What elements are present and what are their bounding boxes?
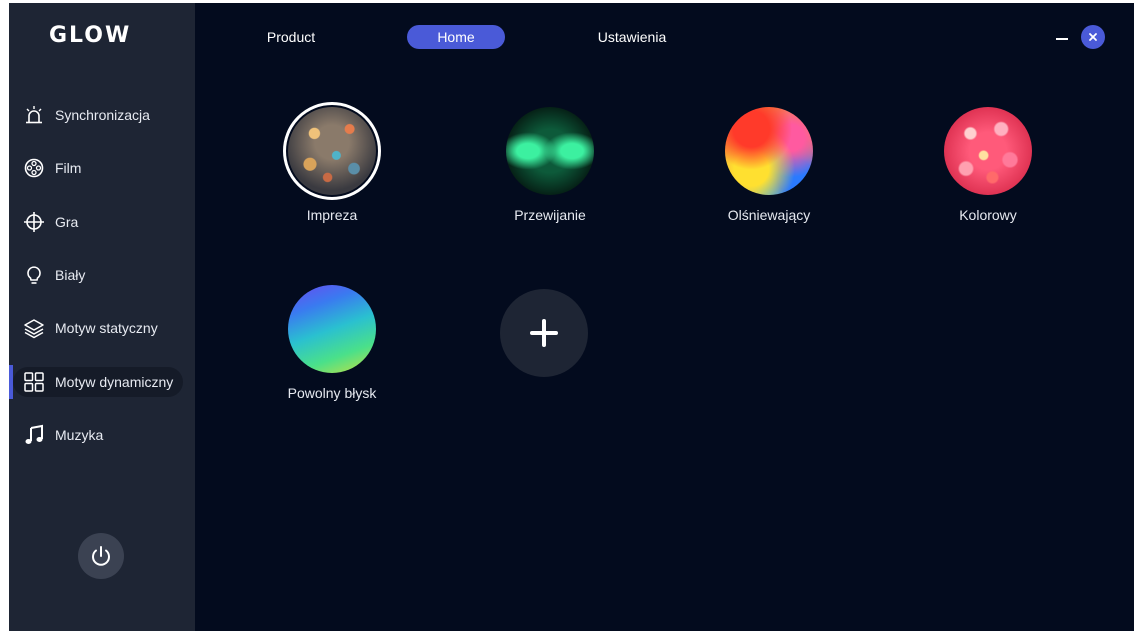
theme-preview-image	[506, 107, 594, 195]
theme-label: Powolny błysk	[287, 385, 377, 401]
music-note-icon	[25, 424, 43, 444]
alarm-icon	[26, 106, 42, 124]
sidebar-item-motyw-dynamiczny[interactable]: Motyw dynamiczny	[9, 365, 195, 399]
sidebar-item-film[interactable]: Film	[9, 151, 195, 185]
sidebar-item-motyw-statyczny[interactable]: Motyw statyczny	[9, 311, 195, 345]
tab-ustawienia[interactable]: Ustawienia	[587, 25, 677, 49]
theme-preview-image	[944, 107, 1032, 195]
sidebar-item-label: Motyw dynamiczny	[55, 374, 174, 390]
grid-icon	[24, 372, 44, 392]
theme-tile-powolny-blysk[interactable]: Powolny błysk	[252, 285, 412, 401]
crosshair-icon	[24, 212, 44, 232]
sidebar: GLOW Synchronizacja Film Gra Biały Motyw…	[9, 3, 195, 631]
theme-preview-image	[283, 102, 381, 200]
tab-product[interactable]: Product	[251, 25, 331, 49]
sidebar-item-label: Motyw statyczny	[55, 320, 158, 336]
minimize-button[interactable]	[1054, 27, 1070, 47]
theme-label: Przewijanie	[514, 207, 586, 223]
sidebar-item-label: Synchronizacja	[55, 107, 150, 123]
theme-tile-kolorowy[interactable]: Kolorowy	[908, 107, 1068, 223]
theme-preview-image	[725, 107, 813, 195]
close-icon	[1089, 33, 1097, 41]
lightbulb-icon	[27, 266, 41, 284]
sidebar-item-label: Film	[55, 160, 82, 176]
layers-icon	[24, 319, 44, 339]
app-window: GLOW Synchronizacja Film Gra Biały Motyw…	[9, 3, 1134, 631]
theme-tile-impreza[interactable]: Impreza	[252, 102, 412, 223]
theme-label: Kolorowy	[959, 207, 1017, 223]
theme-label: Impreza	[306, 207, 358, 223]
close-button[interactable]	[1081, 25, 1105, 49]
theme-label: Olśniewający	[727, 207, 811, 223]
theme-preview-image	[288, 285, 376, 373]
sidebar-item-muzyka[interactable]: Muzyka	[9, 418, 195, 452]
sidebar-item-label: Biały	[55, 267, 86, 283]
power-icon	[92, 546, 110, 566]
sidebar-item-label: Muzyka	[55, 427, 104, 443]
sidebar-item-bialy[interactable]: Biały	[9, 258, 195, 292]
add-theme-button[interactable]	[500, 289, 588, 377]
theme-tile-olsniewajacy[interactable]: Olśniewający	[689, 107, 849, 223]
film-reel-icon	[24, 158, 44, 178]
sidebar-item-synchronizacja[interactable]: Synchronizacja	[9, 98, 195, 132]
sidebar-item-label: Gra	[55, 214, 79, 230]
sidebar-item-gra[interactable]: Gra	[9, 205, 195, 239]
app-logo: GLOW	[49, 23, 132, 48]
tab-home[interactable]: Home	[407, 25, 505, 49]
theme-tile-przewijanie[interactable]: Przewijanie	[470, 107, 630, 223]
power-button[interactable]	[78, 533, 124, 579]
